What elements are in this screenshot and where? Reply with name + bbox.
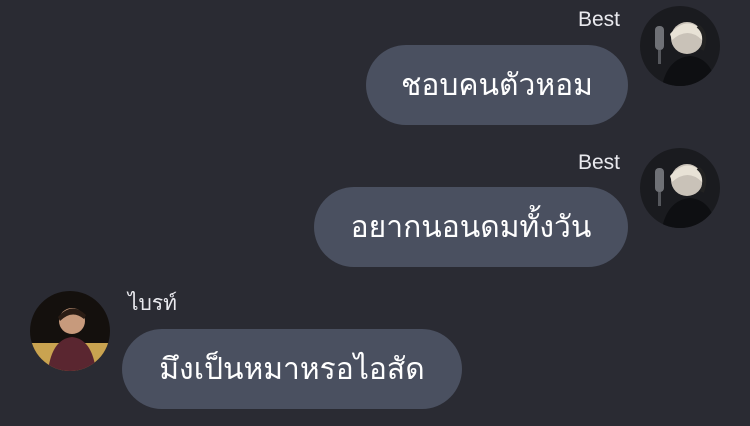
sender-name: ไบรท์ <box>128 292 178 315</box>
sender-name: Best <box>577 151 620 174</box>
person-headphones-icon[interactable] <box>640 148 720 228</box>
message-bubble[interactable]: ชอบคนตัวหอม <box>366 45 628 125</box>
message-text: ชอบคนตัวหอม <box>401 67 593 103</box>
person-headphones-icon[interactable] <box>640 6 720 86</box>
message-bubble[interactable]: มึงเป็นหมาหรอไอสัด <box>122 329 462 409</box>
message-bubble[interactable]: อยากนอนดมทั้งวัน <box>314 187 628 267</box>
person-icon[interactable] <box>30 291 110 371</box>
chat-thread: Best ชอบคนตัวหอม Best อยากนอนดมทั้งวัน ไ… <box>0 0 750 426</box>
message-text: มึงเป็นหมาหรอไอสัด <box>159 351 425 387</box>
message-text: อยากนอนดมทั้งวัน <box>350 209 592 245</box>
sender-name: Best <box>577 8 620 31</box>
